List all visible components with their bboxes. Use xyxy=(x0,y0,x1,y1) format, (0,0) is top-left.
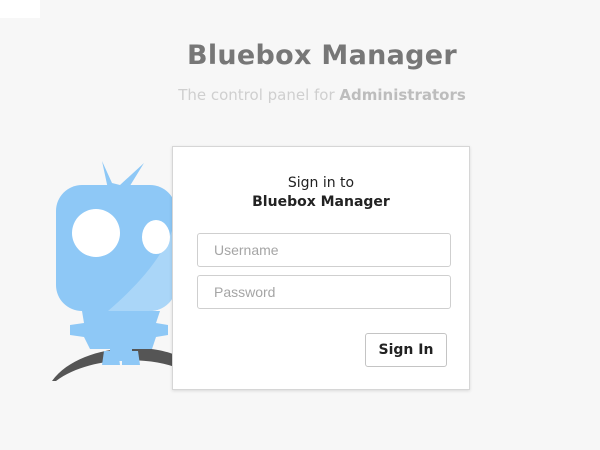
subtitle-emphasis: Administrators xyxy=(339,86,466,104)
login-card: Sign in to Bluebox Manager Sign In xyxy=(172,146,470,390)
password-field[interactable] xyxy=(197,275,451,309)
mascot-foot-right xyxy=(122,351,140,365)
sign-in-button[interactable]: Sign In xyxy=(365,333,447,367)
mascot-eye-right xyxy=(142,220,170,254)
robot-mascot-icon xyxy=(52,161,180,381)
corner-tab xyxy=(0,0,40,18)
username-field[interactable] xyxy=(197,233,451,267)
login-heading-line1: Sign in to xyxy=(287,175,355,191)
page-title: Bluebox Manager xyxy=(186,40,458,71)
mascot-eye-left xyxy=(72,209,120,257)
mascot-antenna xyxy=(102,161,144,189)
page-subtitle: The control panel for Administrators xyxy=(0,86,600,104)
login-heading-line2: Bluebox Manager xyxy=(252,194,390,210)
subtitle-text: The control panel for xyxy=(178,86,340,104)
mascot-foot-left xyxy=(102,351,120,365)
login-heading: Sign in to Bluebox Manager xyxy=(173,174,469,212)
